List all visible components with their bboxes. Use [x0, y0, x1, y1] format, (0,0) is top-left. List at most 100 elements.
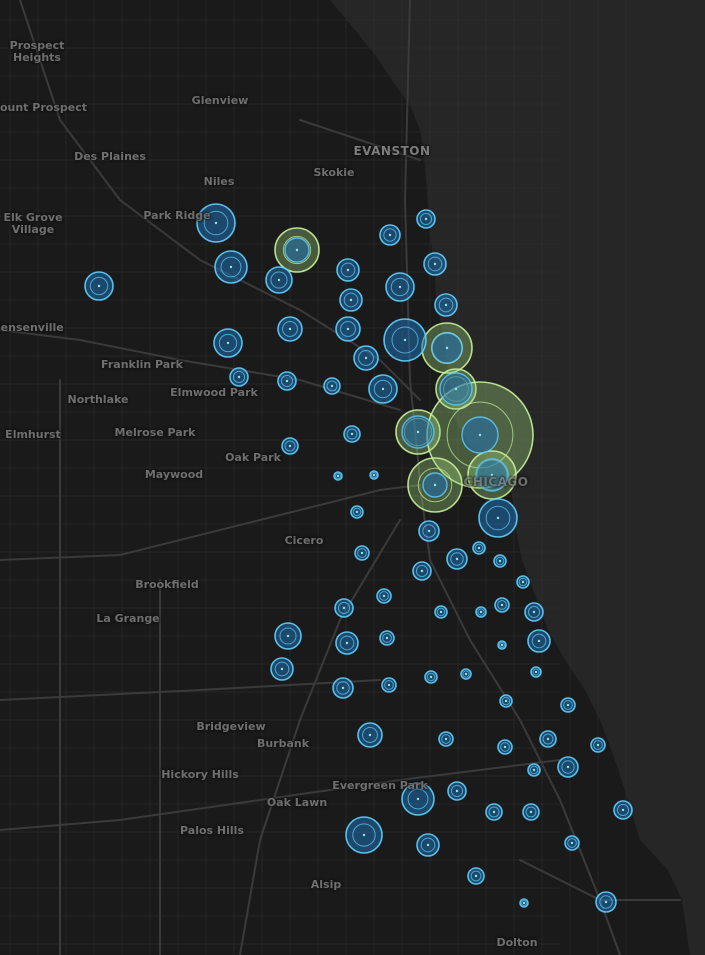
station-marker-center-dot	[355, 510, 359, 514]
station-marker[interactable]	[416, 833, 440, 857]
station-marker[interactable]	[196, 203, 236, 243]
station-marker[interactable]	[530, 666, 542, 678]
station-marker[interactable]	[519, 898, 529, 908]
station-marker-inner-dot	[478, 433, 482, 437]
station-marker[interactable]	[379, 224, 401, 246]
station-marker-inner[interactable]	[431, 332, 463, 364]
map-svg[interactable]	[0, 0, 705, 955]
station-marker-center-dot	[382, 594, 386, 598]
station-marker[interactable]	[418, 520, 440, 542]
station-marker[interactable]	[265, 266, 293, 294]
station-marker[interactable]	[595, 891, 617, 913]
station-marker[interactable]	[84, 271, 114, 301]
station-marker[interactable]	[277, 371, 297, 391]
station-marker[interactable]	[560, 697, 576, 713]
station-marker[interactable]	[335, 316, 361, 342]
station-marker-center-dot	[398, 285, 402, 289]
station-marker[interactable]	[434, 293, 458, 317]
station-marker[interactable]	[339, 288, 363, 312]
station-marker[interactable]	[213, 328, 243, 358]
station-marker[interactable]	[274, 622, 302, 650]
station-marker[interactable]	[277, 316, 303, 342]
station-marker[interactable]	[557, 756, 579, 778]
station-marker[interactable]	[354, 545, 370, 561]
station-marker[interactable]	[494, 597, 510, 613]
station-marker[interactable]	[214, 250, 248, 284]
station-marker[interactable]	[343, 425, 361, 443]
station-marker[interactable]	[485, 803, 503, 821]
station-marker[interactable]	[524, 602, 544, 622]
station-marker-center-dot	[534, 670, 538, 674]
station-marker-center-dot	[529, 810, 533, 814]
station-marker[interactable]	[383, 318, 427, 362]
station-marker-inner[interactable]	[475, 458, 509, 492]
station-marker[interactable]	[401, 782, 435, 816]
station-marker[interactable]	[412, 561, 432, 581]
station-marker[interactable]	[353, 345, 379, 371]
station-marker[interactable]	[334, 598, 354, 618]
station-marker[interactable]	[379, 630, 395, 646]
station-marker[interactable]	[447, 781, 467, 801]
station-marker[interactable]	[446, 548, 468, 570]
station-marker[interactable]	[539, 730, 557, 748]
station-marker-inner[interactable]	[439, 372, 473, 406]
station-marker-center-dot	[444, 303, 448, 307]
station-marker-center-dot	[455, 557, 459, 561]
station-marker-inner[interactable]	[284, 237, 310, 263]
station-marker[interactable]	[335, 631, 359, 655]
station-marker[interactable]	[369, 470, 379, 480]
station-marker-center-dot	[546, 737, 550, 741]
station-marker[interactable]	[323, 377, 341, 395]
station-marker[interactable]	[381, 677, 397, 693]
station-marker-center-dot	[97, 284, 101, 288]
station-marker[interactable]	[333, 471, 343, 481]
station-marker[interactable]	[467, 867, 485, 885]
station-marker[interactable]	[332, 677, 354, 699]
station-marker-center-dot	[372, 473, 376, 477]
station-marker[interactable]	[478, 498, 518, 538]
station-marker[interactable]	[527, 763, 541, 777]
station-marker[interactable]	[438, 731, 454, 747]
station-marker[interactable]	[493, 554, 507, 568]
station-marker[interactable]	[423, 252, 447, 276]
station-marker[interactable]	[357, 722, 383, 748]
station-marker[interactable]	[376, 588, 392, 604]
station-marker-center-dot	[500, 603, 504, 607]
station-marker-inner-dot	[295, 248, 299, 252]
station-marker[interactable]	[416, 209, 436, 229]
station-marker[interactable]	[522, 803, 540, 821]
station-marker-center-dot	[226, 341, 230, 345]
map-canvas[interactable]: ProspectHeights Mount Prospect Glenview …	[0, 0, 705, 955]
station-marker[interactable]	[229, 367, 249, 387]
station-marker[interactable]	[613, 800, 633, 820]
station-marker[interactable]	[527, 629, 551, 653]
station-marker[interactable]	[590, 737, 606, 753]
station-marker[interactable]	[350, 505, 364, 519]
station-marker[interactable]	[516, 575, 530, 589]
station-marker-center-dot	[424, 217, 428, 221]
station-marker[interactable]	[270, 657, 294, 681]
station-marker[interactable]	[281, 437, 299, 455]
station-marker-center-dot	[532, 768, 536, 772]
station-marker-inner[interactable]	[422, 472, 448, 498]
station-marker-center-dot	[455, 789, 459, 793]
station-marker[interactable]	[434, 605, 448, 619]
station-marker-center-dot	[286, 634, 290, 638]
station-marker[interactable]	[460, 668, 472, 680]
station-marker[interactable]	[497, 739, 513, 755]
station-marker[interactable]	[499, 694, 513, 708]
station-marker[interactable]	[368, 374, 398, 404]
station-marker-inner[interactable]	[401, 415, 435, 449]
station-marker[interactable]	[336, 258, 360, 282]
station-marker-center-dot	[522, 901, 526, 905]
station-marker[interactable]	[385, 272, 415, 302]
station-marker-center-dot	[229, 265, 233, 269]
map-base-layer	[0, 0, 705, 955]
station-marker[interactable]	[472, 541, 486, 555]
station-marker[interactable]	[497, 640, 507, 650]
station-marker[interactable]	[475, 606, 487, 618]
station-marker[interactable]	[564, 835, 580, 851]
station-marker[interactable]	[424, 670, 438, 684]
station-marker[interactable]	[345, 816, 383, 854]
station-marker-inner[interactable]	[461, 416, 499, 454]
